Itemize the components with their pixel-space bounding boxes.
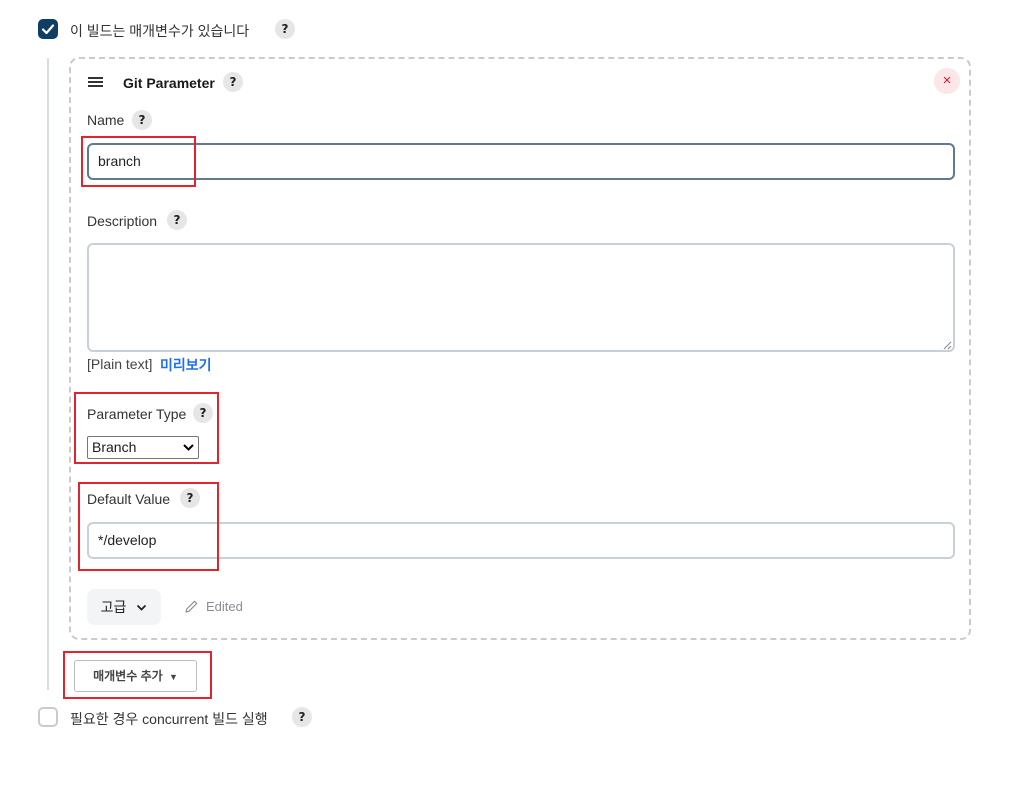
description-label: Description	[87, 213, 158, 229]
params-checkbox[interactable]	[38, 19, 58, 39]
chevron-down-icon	[183, 444, 194, 451]
advanced-button[interactable]: 고급	[87, 589, 161, 625]
parameter-type-select[interactable]: Branch	[87, 436, 199, 459]
close-icon[interactable]: ×	[934, 68, 960, 94]
name-help-icon[interactable]: ?	[132, 110, 152, 130]
default-value-label: Default Value	[87, 491, 171, 507]
drag-handle-icon[interactable]	[88, 76, 104, 88]
parameter-type-selected: Branch	[92, 439, 137, 455]
default-value-input[interactable]: */develop	[87, 522, 955, 559]
concurrent-checkbox[interactable]	[38, 707, 58, 727]
params-checkbox-label: 이 빌드는 매개변수가 있습니다	[70, 23, 250, 39]
caret-down-icon: ▼	[169, 672, 178, 682]
resize-handle-icon[interactable]	[942, 340, 952, 350]
name-input[interactable]: branch	[87, 143, 955, 180]
description-help-icon[interactable]: ?	[167, 210, 187, 230]
default-value-help-icon[interactable]: ?	[180, 488, 200, 508]
concurrent-checkbox-label: 필요한 경우 concurrent 빌드 실행	[70, 711, 268, 727]
pencil-icon	[185, 600, 198, 613]
chevron-down-icon	[137, 605, 147, 612]
description-textarea[interactable]	[87, 243, 955, 352]
parameter-type-label: Parameter Type	[87, 406, 187, 422]
check-icon	[41, 24, 55, 35]
parameter-type-help-icon[interactable]: ?	[193, 403, 213, 423]
name-label: Name	[87, 112, 125, 128]
advanced-button-label: 고급	[100, 599, 127, 615]
section-indent-line	[47, 58, 49, 690]
edited-label: Edited	[206, 599, 243, 614]
card-title: Git Parameter	[123, 75, 215, 91]
add-parameter-button[interactable]: 매개변수 추가 ▼	[74, 660, 197, 692]
concurrent-help-icon[interactable]: ?	[292, 707, 312, 727]
plain-text-label: [Plain text]	[87, 356, 153, 372]
card-help-icon[interactable]: ?	[223, 72, 243, 92]
add-parameter-label: 매개변수 추가	[93, 669, 163, 683]
params-help-icon[interactable]: ?	[275, 19, 295, 39]
preview-link[interactable]: 미리보기	[160, 355, 212, 375]
